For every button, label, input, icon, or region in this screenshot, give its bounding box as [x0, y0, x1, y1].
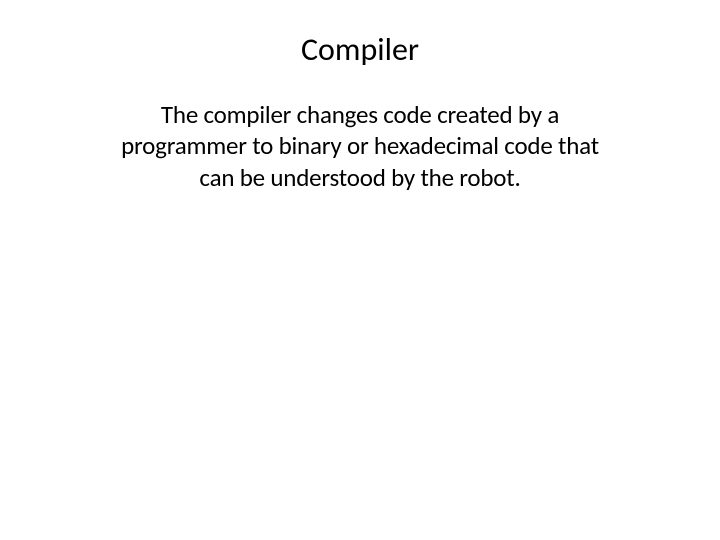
slide-title: Compiler	[0, 30, 720, 69]
slide-body-text: The compiler changes code created by a p…	[120, 99, 600, 193]
slide-container: Compiler The compiler changes code creat…	[0, 0, 720, 540]
